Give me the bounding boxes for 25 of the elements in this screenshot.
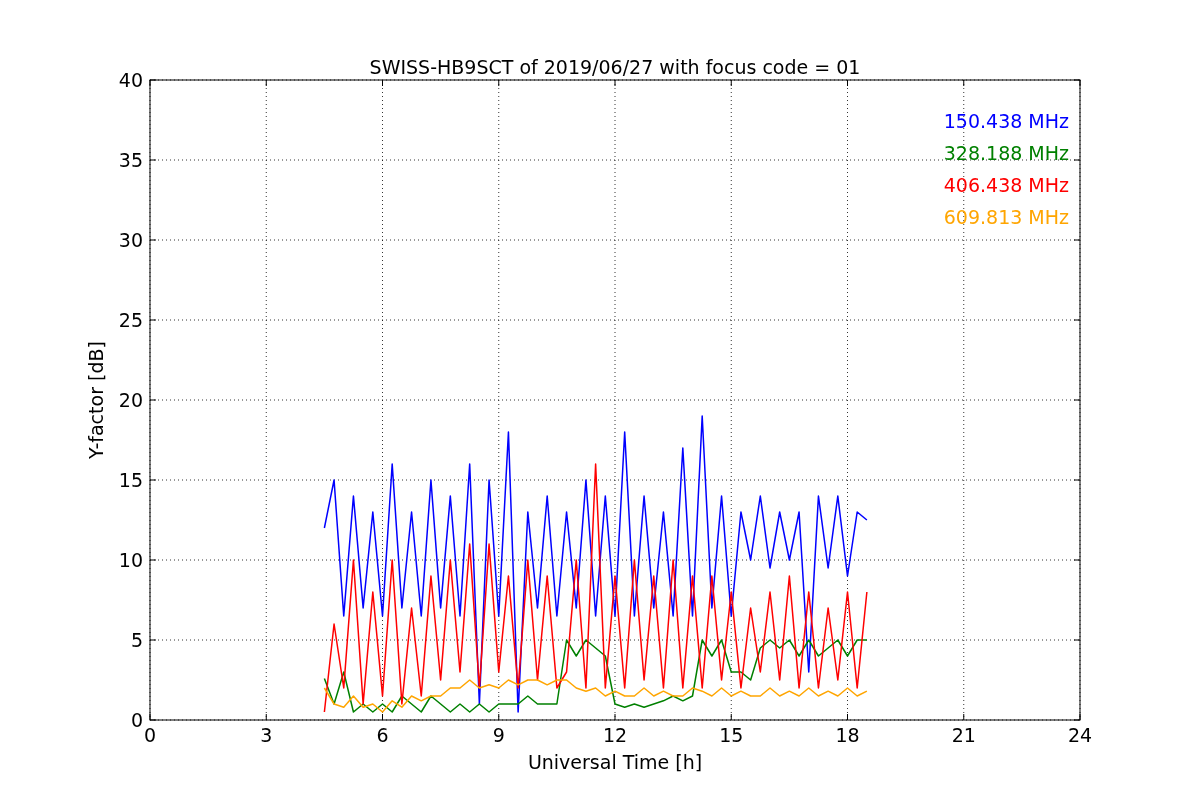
tick-label: 30: [118, 229, 143, 251]
tick-label: 5: [130, 629, 143, 651]
x-axis-label: Universal Time [h]: [527, 751, 703, 773]
tick-label: 25: [118, 309, 143, 331]
tick-label: 20: [118, 389, 143, 411]
tick-label: 18: [835, 724, 860, 746]
chart-title: SWISS-HB9SCT of 2019/06/27 with focus code = 01: [369, 56, 861, 78]
tick-label: 0: [143, 724, 157, 746]
y-axis-label: Y-factor [dB]: [85, 341, 107, 459]
tick-label: 40: [118, 69, 143, 91]
tick-label: 15: [118, 469, 143, 491]
tick-label: 15: [719, 724, 744, 746]
legend-label: 328.188 MHz: [943, 142, 1069, 164]
legend-label: 406.438 MHz: [943, 174, 1069, 196]
legend-label: 150.438 MHz: [943, 110, 1069, 132]
tick-label: 35: [118, 149, 143, 171]
tick-label: 0: [130, 709, 143, 731]
tick-label: 10: [118, 549, 143, 571]
tick-label: 21: [951, 724, 976, 746]
legend-label: 609.813 MHz: [943, 206, 1069, 228]
tick-label: 12: [602, 724, 628, 746]
tick-label: 9: [492, 724, 505, 746]
tick-label: 3: [260, 724, 273, 746]
tick-label: 24: [1067, 724, 1093, 746]
tick-label: 6: [376, 724, 389, 746]
